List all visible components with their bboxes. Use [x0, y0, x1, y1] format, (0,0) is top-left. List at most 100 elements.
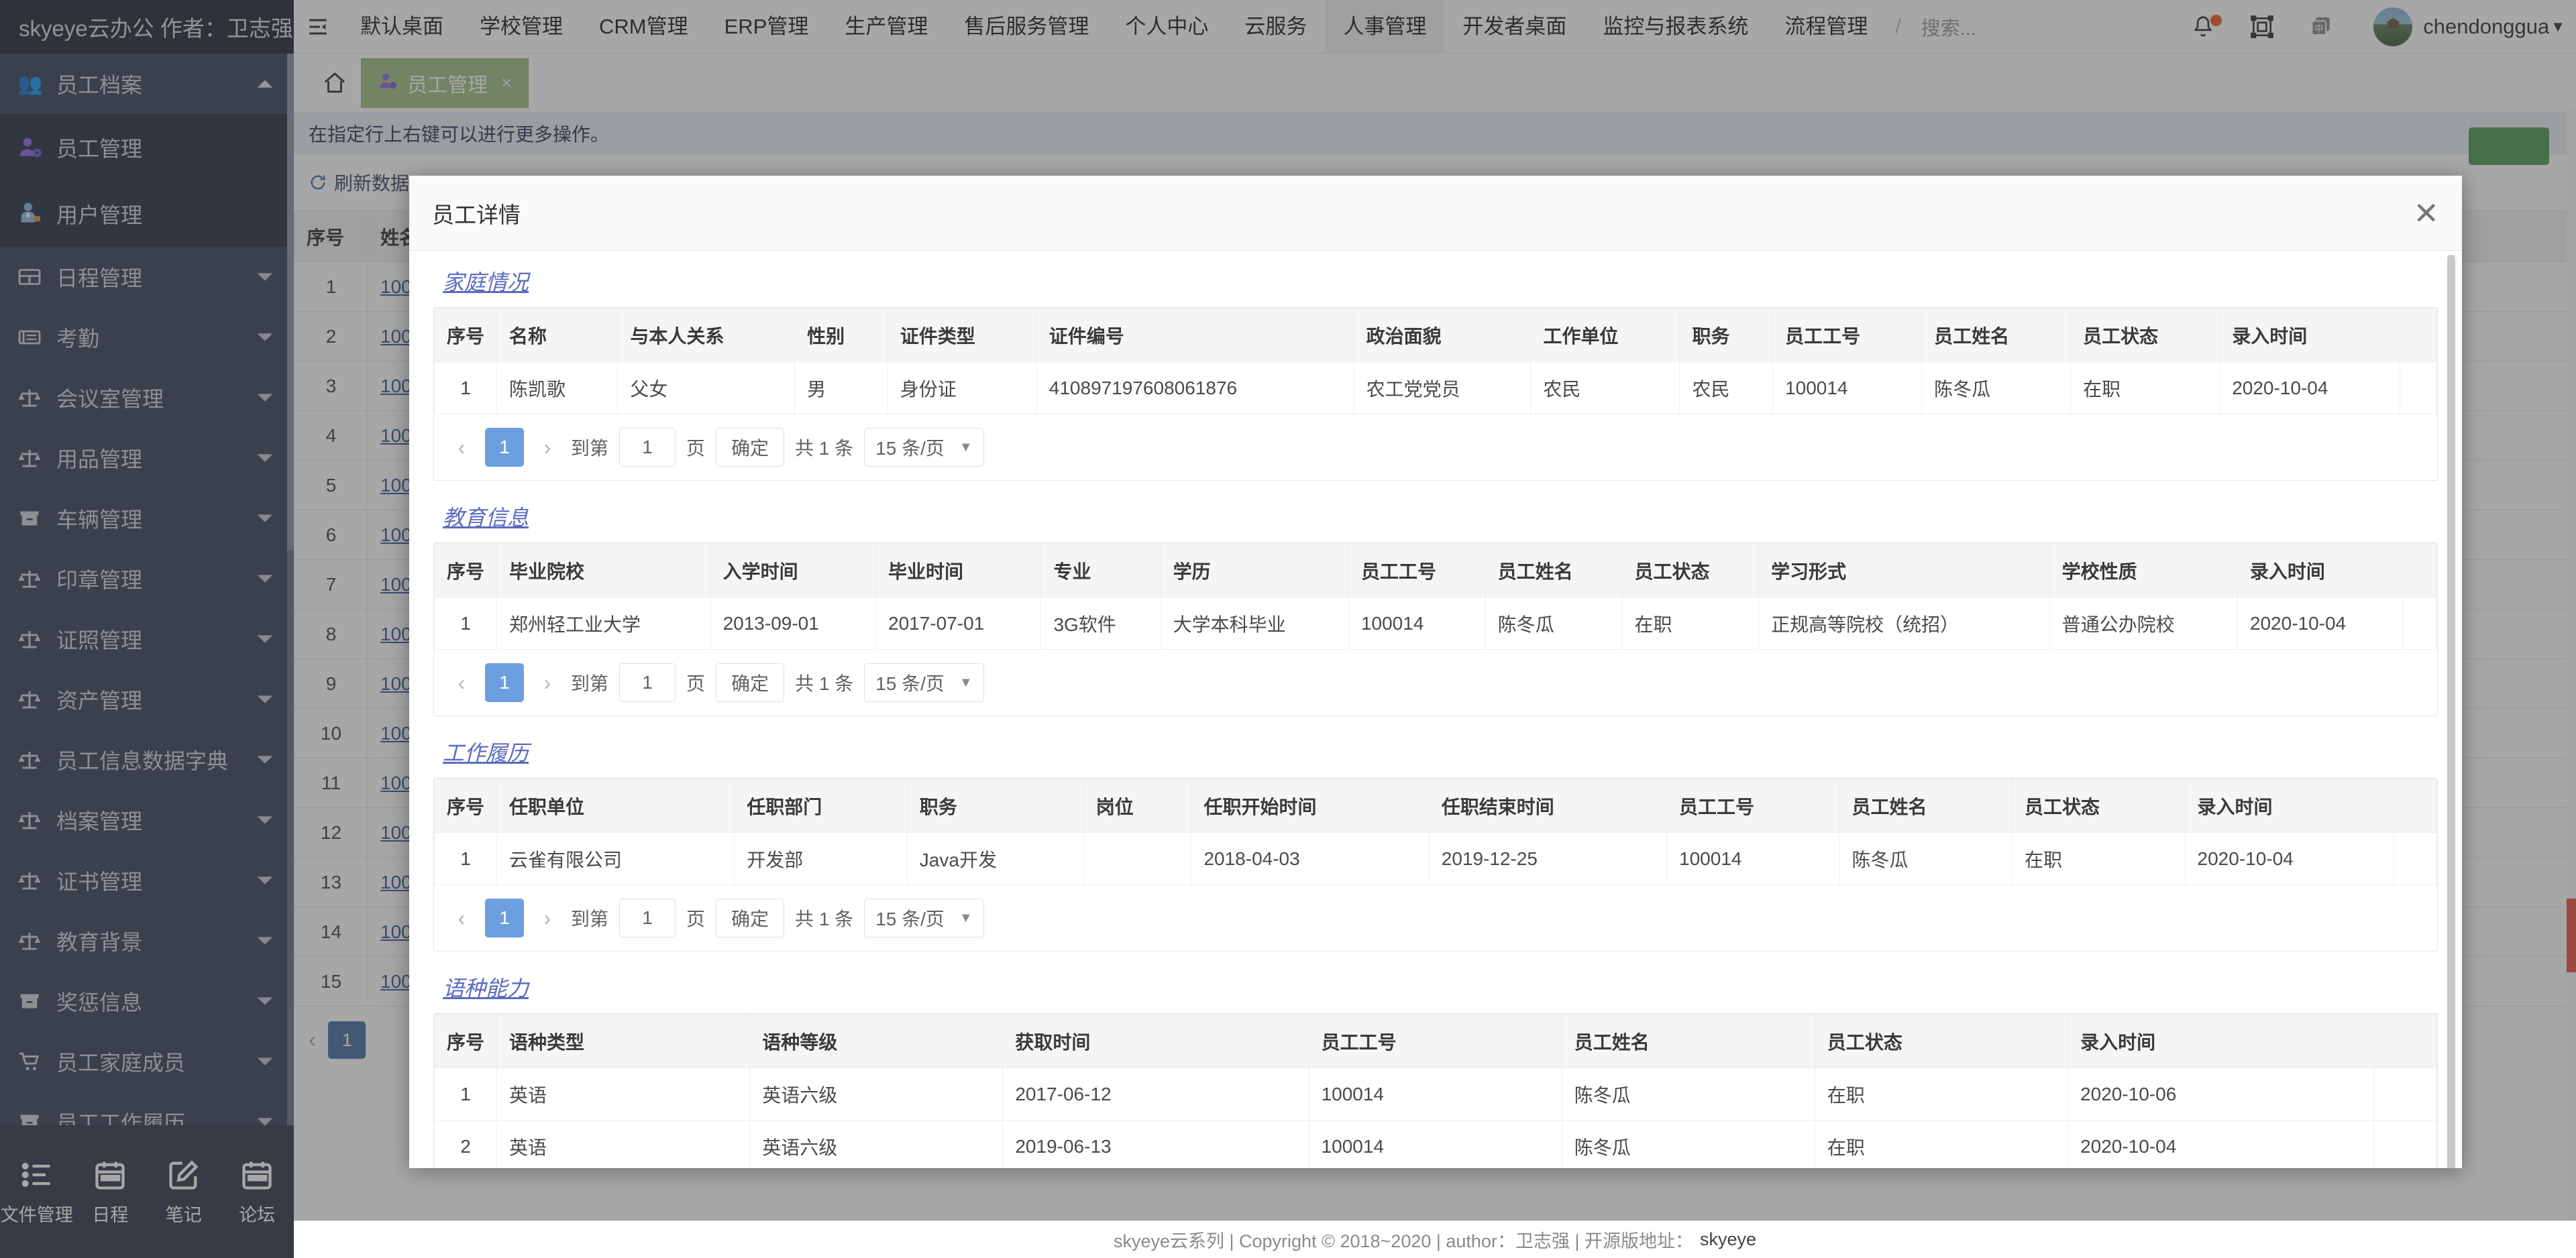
- column-header[interactable]: 任职结束时间: [1428, 779, 1668, 833]
- table-row[interactable]: 1 云雀有限公司 开发部 Java开发 2018-04-03 2019-12-25 1000…: [433, 832, 2438, 885]
- column-header[interactable]: 员工状态: [2012, 779, 2186, 833]
- pagination-total-label: 共 1 条: [795, 673, 854, 694]
- modal-scrollbar-thumb[interactable]: [2447, 255, 2455, 1168]
- table-education: 序号 毕业院校 入学时间 毕业时间 专业 学历 员工工号 员工姓名 员工状态 学习形式 学校性质 录入…: [433, 543, 2437, 650]
- column-header[interactable]: 职务: [906, 779, 1084, 833]
- column-header[interactable]: 职务: [1679, 308, 1774, 362]
- column-header[interactable]: 录入时间: [2219, 308, 2400, 362]
- column-header[interactable]: 毕业院校: [496, 543, 711, 597]
- pagination-prev[interactable]: ‹: [449, 901, 474, 935]
- table-cell: [2399, 361, 2438, 414]
- pagination-goto-input[interactable]: [619, 899, 676, 937]
- column-header[interactable]: 员工状态: [1814, 1014, 2069, 1068]
- pagination-prev[interactable]: ‹: [449, 431, 474, 464]
- column-header[interactable]: 岗位: [1083, 779, 1192, 833]
- pagination-goto-label: 到第: [571, 909, 609, 929]
- column-header[interactable]: 任职单位: [496, 779, 735, 833]
- chevron-down-icon: ▼: [959, 910, 973, 925]
- table-cell: 100014: [1308, 1120, 1562, 1168]
- pagination-page-unit: 页: [686, 438, 706, 459]
- column-header[interactable]: 员工状态: [1621, 543, 1760, 597]
- pagination-prev[interactable]: ‹: [449, 666, 474, 699]
- column-header[interactable]: 员工工号: [1772, 308, 1923, 362]
- pagination-current-page[interactable]: 1: [485, 663, 524, 702]
- column-header[interactable]: 名称: [496, 308, 619, 362]
- column-header[interactable]: 性别: [794, 308, 888, 362]
- section-title-language[interactable]: 语种能力: [433, 957, 2438, 1013]
- section-card-work-history: 序号 任职单位 任职部门 职务 岗位 任职开始时间 任职结束时间 员工工号 员工姓名 员工状态 录入…: [433, 778, 2438, 952]
- column-header[interactable]: 员工工号: [1308, 1014, 1562, 1068]
- column-header[interactable]: 获取时间: [1002, 1014, 1309, 1068]
- employee-detail-modal: 员工详情 ✕ 家庭情况 序号 名称 与本人关系 性别 证件类型 证件编号 政治面貌 工作单位 职务…: [409, 176, 2462, 1168]
- column-header[interactable]: 员工姓名: [1839, 779, 2013, 833]
- table-cell: 陈冬瓜: [1921, 361, 2072, 414]
- column-header[interactable]: 入学时间: [710, 543, 877, 597]
- pagination-education: ‹ 1 › 到第 页确定共 1 条 15 条/页 ▼: [434, 650, 2437, 716]
- column-header[interactable]: 毕业时间: [875, 543, 1042, 597]
- column-header[interactable]: 语种等级: [749, 1014, 1004, 1068]
- column-header[interactable]: 员工工号: [1348, 543, 1486, 597]
- pagination-goto-input[interactable]: [619, 663, 676, 702]
- column-header[interactable]: 员工工号: [1666, 779, 1840, 833]
- column-header[interactable]: 员工姓名: [1485, 543, 1623, 597]
- table-row[interactable]: 1 英语 英语六级 2017-06-12 100014 陈冬瓜 在职 2020-10-06: [433, 1068, 2437, 1121]
- close-icon[interactable]: ✕: [2413, 198, 2439, 229]
- pagination-next[interactable]: ›: [535, 666, 560, 699]
- table-cell: 云雀有限公司: [496, 832, 735, 885]
- table-cell: 大学本科毕业: [1160, 597, 1349, 650]
- table-cell: 英语六级: [749, 1068, 1004, 1121]
- table-row[interactable]: 1 郑州轻工业大学 2013-09-01 2017-07-01 3G软件 大学本科毕业 10…: [433, 597, 2437, 650]
- column-header[interactable]: 录入时间: [2237, 543, 2404, 597]
- pagination-page-size-select[interactable]: 15 条/页 ▼: [864, 428, 984, 467]
- pagination-goto-label: 到第: [571, 673, 609, 694]
- column-header[interactable]: 录入时间: [2184, 779, 2394, 833]
- pagination-current-page[interactable]: 1: [485, 428, 524, 467]
- pagination-next[interactable]: ›: [535, 901, 560, 935]
- footer-link[interactable]: skyeye: [1700, 1229, 1756, 1250]
- column-header[interactable]: 学校性质: [2049, 543, 2238, 597]
- section-title-family[interactable]: 家庭情况: [433, 251, 2438, 307]
- column-header[interactable]: [2402, 543, 2437, 597]
- column-header[interactable]: 序号: [433, 1014, 498, 1068]
- pagination-confirm-button[interactable]: 确定: [716, 663, 785, 702]
- pagination-page-size-select[interactable]: 15 条/页 ▼: [864, 899, 984, 937]
- table-cell: 2017-07-01: [875, 597, 1042, 650]
- column-header[interactable]: 与本人关系: [617, 308, 796, 362]
- column-header[interactable]: 员工姓名: [1921, 308, 2072, 362]
- pagination-next[interactable]: ›: [535, 431, 560, 464]
- pagination-current-page[interactable]: 1: [485, 899, 524, 937]
- column-header[interactable]: 录入时间: [2068, 1014, 2375, 1068]
- column-header[interactable]: [2393, 779, 2438, 833]
- column-header[interactable]: 序号: [433, 543, 498, 597]
- table-cell: 410897197608061876: [1036, 361, 1354, 414]
- pagination-confirm-button[interactable]: 确定: [716, 899, 785, 937]
- column-header[interactable]: 任职开始时间: [1191, 779, 1430, 833]
- section-title-education[interactable]: 教育信息: [433, 486, 2438, 542]
- pagination-confirm-button[interactable]: 确定: [716, 428, 785, 467]
- column-header[interactable]: 序号: [433, 779, 498, 833]
- section-title-work-history[interactable]: 工作履历: [433, 722, 2438, 778]
- column-header[interactable]: 证件编号: [1036, 308, 1354, 362]
- column-header[interactable]: 政治面貌: [1353, 308, 1532, 362]
- column-header[interactable]: 员工姓名: [1561, 1014, 1815, 1068]
- column-header[interactable]: 任职部门: [734, 779, 908, 833]
- column-header[interactable]: 语种类型: [496, 1014, 751, 1068]
- pagination-page-size-value: 15 条/页: [875, 909, 945, 929]
- pagination-goto-input[interactable]: [619, 428, 676, 467]
- column-header[interactable]: 工作单位: [1530, 308, 1680, 362]
- table-cell: [2402, 597, 2437, 650]
- pagination-page-size-select[interactable]: 15 条/页 ▼: [864, 663, 984, 702]
- table-work-history: 序号 任职单位 任职部门 职务 岗位 任职开始时间 任职结束时间 员工工号 员工姓名 员工状态 录入…: [433, 779, 2438, 885]
- column-header[interactable]: [2399, 308, 2438, 362]
- column-header[interactable]: [2373, 1014, 2437, 1068]
- column-header[interactable]: 员工状态: [2070, 308, 2220, 362]
- table-cell: 身份证: [887, 361, 1037, 414]
- column-header[interactable]: 专业: [1040, 543, 1161, 597]
- table-row[interactable]: 1 陈凯歌 父女男身份证 410897197608061876 农工党党员 农民 农民 100…: [433, 361, 2438, 414]
- table-cell: 正规高等院校（统招）: [1758, 597, 2050, 650]
- column-header[interactable]: 学习形式: [1758, 543, 2050, 597]
- column-header[interactable]: 证件类型: [887, 308, 1037, 362]
- column-header[interactable]: 序号: [433, 308, 498, 362]
- column-header[interactable]: 学历: [1160, 543, 1349, 597]
- table-row[interactable]: 2 英语 英语六级 2019-06-13 100014 陈冬瓜 在职 2020-10-04: [433, 1120, 2437, 1168]
